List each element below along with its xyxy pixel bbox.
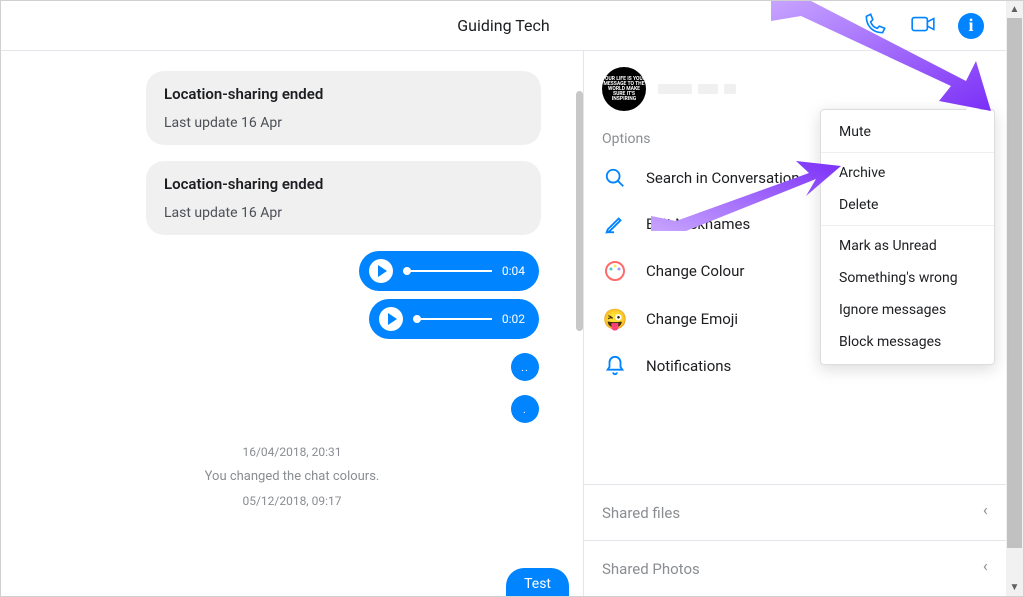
pencil-icon — [602, 213, 628, 235]
audio-duration: 0:02 — [502, 312, 525, 326]
contact-name — [658, 84, 736, 94]
chevron-left-icon: › — [983, 503, 988, 522]
system-card: Location-sharing ended Last update 16 Ap… — [146, 71, 541, 145]
audio-track[interactable] — [403, 270, 492, 272]
settings-menu: Mute Archive Delete Mark as Unread Somet… — [820, 109, 995, 365]
audio-track[interactable] — [413, 318, 492, 320]
option-label: Search in Conversation — [646, 169, 800, 187]
info-button[interactable]: i — [958, 13, 984, 39]
system-card-title: Location-sharing ended — [164, 175, 523, 193]
scroll-thumb[interactable] — [1007, 18, 1022, 548]
chevron-left-icon: › — [983, 559, 988, 578]
settings-gear-button[interactable] — [960, 73, 988, 105]
menu-item-delete[interactable]: Delete — [821, 189, 994, 221]
chat-title: Guiding Tech — [457, 16, 549, 35]
emoji-icon: 😜 — [602, 307, 628, 331]
timestamp: 16/04/2018, 20:31 — [31, 445, 553, 459]
menu-item-block[interactable]: Block messages — [821, 326, 994, 358]
sticker-bubble[interactable]: .. — [511, 353, 539, 381]
section-label: Shared files — [602, 504, 680, 522]
timestamp: 05/12/2018, 09:17 — [31, 494, 553, 508]
audio-duration: 0:04 — [502, 264, 525, 278]
play-icon[interactable] — [369, 259, 393, 283]
system-card-subtitle: Last update 16 Apr — [164, 205, 523, 221]
search-icon — [602, 167, 628, 189]
bell-icon — [602, 355, 628, 377]
outgoing-message[interactable]: Test — [506, 568, 569, 597]
menu-item-ignore[interactable]: Ignore messages — [821, 294, 994, 326]
system-card: Location-sharing ended Last update 16 Ap… — [146, 161, 541, 235]
system-card-title: Location-sharing ended — [164, 85, 523, 103]
chat-scrollbar[interactable] — [576, 91, 583, 331]
avatar[interactable]: YOUR LIFE IS YOUR MESSAGE TO THE WORLD M… — [602, 67, 646, 111]
video-call-button[interactable] — [910, 11, 936, 41]
option-label: Notifications — [646, 357, 731, 375]
audio-message[interactable]: 0:02 — [369, 299, 539, 339]
menu-separator — [821, 152, 994, 153]
menu-separator — [821, 225, 994, 226]
system-message: You changed the chat colours. — [31, 469, 553, 484]
section-label: Shared Photos — [602, 560, 700, 578]
scroll-up-arrow[interactable]: ▲ — [1006, 1, 1023, 18]
system-card-subtitle: Last update 16 Apr — [164, 115, 523, 131]
menu-item-something-wrong[interactable]: Something's wrong — [821, 262, 994, 294]
play-icon[interactable] — [379, 307, 403, 331]
option-label: Change Emoji — [646, 310, 738, 328]
window-scrollbar[interactable]: ▲ ▼ — [1006, 1, 1023, 596]
audio-message[interactable]: 0:04 — [359, 251, 539, 291]
scroll-down-arrow[interactable]: ▼ — [1006, 579, 1023, 596]
chat-timeline: 16/04/2018, 20:31 You changed the chat c… — [31, 445, 553, 508]
option-label: Change Colour — [646, 262, 744, 280]
voice-call-button[interactable] — [862, 11, 888, 41]
section-shared-photos[interactable]: Shared Photos › — [584, 540, 1006, 596]
menu-item-mark-unread[interactable]: Mark as Unread — [821, 230, 994, 262]
palette-icon — [602, 259, 628, 283]
menu-item-mute[interactable]: Mute — [821, 116, 994, 148]
option-label: Edit Nicknames — [646, 215, 750, 233]
chat-header: Guiding Tech i — [1, 1, 1006, 51]
section-shared-files[interactable]: Shared files › — [584, 484, 1006, 540]
menu-item-archive[interactable]: Archive — [821, 157, 994, 189]
sticker-bubble[interactable]: . — [511, 395, 539, 423]
chat-pane: Location-sharing ended Last update 16 Ap… — [1, 51, 583, 596]
